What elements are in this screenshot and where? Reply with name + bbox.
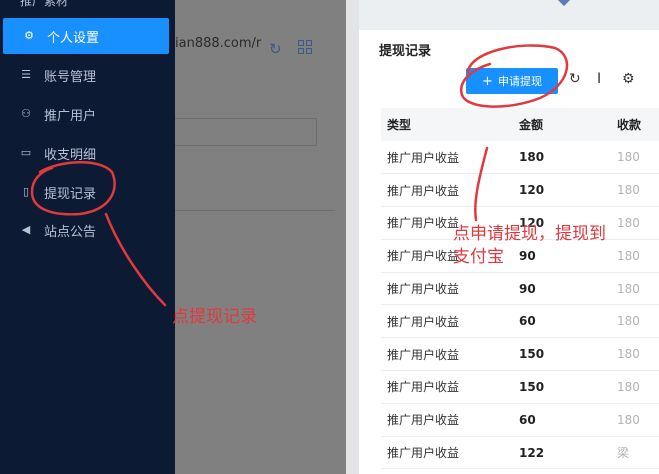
refresh-icon[interactable]: ↻	[269, 40, 282, 58]
list-icon: ☰	[21, 68, 31, 81]
page-title: 提现记录	[379, 44, 432, 59]
top-indicator-icon	[556, 0, 572, 7]
cell-account: 180	[611, 370, 659, 404]
table-row: 推广用户收益 120 180	[381, 173, 659, 208]
cell-account: 180	[611, 206, 659, 240]
record-icon: ▯	[22, 185, 30, 198]
table-row: 推广用户收益 90 180	[381, 272, 659, 306]
cell-account: 180	[611, 141, 659, 175]
apply-withdrawal-label: 申请提现	[497, 75, 542, 88]
plus-icon: +	[482, 73, 493, 89]
image-gap	[346, 0, 359, 474]
left-screenshot: 推广素材 ⚙ 个人设置 ☰ 账号管理 ⚇ 推广用户 ▭ 收支明细 ▯ 提现记录 …	[0, 0, 346, 474]
cell-type: 推广用户收益	[381, 173, 513, 208]
withdrawal-records-card: 提现记录 + 申请提现 ↻ Ⅰ ⚙ 类型 金额 收款 推广用户收益 180 180 …	[359, 30, 659, 474]
cell-amount: 60	[513, 403, 611, 437]
cell-type: 推广用户收益	[381, 141, 513, 175]
cell-account: 180	[611, 304, 659, 339]
menu-item-account-management[interactable]: ☰ 账号管理	[0, 57, 175, 93]
menu-item-label: 站点公告	[44, 224, 97, 240]
menu-item-label: 推广用户	[44, 108, 97, 124]
column-height-icon[interactable]: Ⅰ	[597, 71, 601, 87]
menu-item-withdrawal-records[interactable]: ▯ 提现记录	[0, 174, 175, 210]
cell-account: 梁	[611, 436, 659, 470]
menu-item-site-announcements[interactable]: ◀ 站点公告	[0, 212, 175, 248]
annotation-click-records: 点提现记录	[172, 307, 257, 327]
apply-withdrawal-button[interactable]: + 申请提现	[466, 68, 558, 94]
cell-amount: 180	[513, 141, 611, 175]
cell-amount: 150	[513, 337, 611, 372]
menu-item-promoted-users[interactable]: ⚇ 推广用户	[0, 96, 175, 132]
cell-account: 180	[611, 337, 659, 372]
table-row: 推广用户收益 60 180	[381, 403, 659, 437]
table-row: 推广用户收益 150 180	[381, 370, 659, 404]
settings-icon[interactable]: ⚙	[622, 71, 635, 87]
divider	[175, 210, 335, 211]
cell-account: 180	[611, 272, 659, 306]
column-header-amount[interactable]: 金额	[513, 108, 611, 141]
cell-type: 推广用户收益	[381, 370, 513, 404]
sidebar: 推广素材 ⚙ 个人设置 ☰ 账号管理 ⚇ 推广用户 ▭ 收支明细 ▯ 提现记录 …	[0, 0, 175, 474]
cell-account: 180	[611, 239, 659, 273]
cell-type: 推广用户收益	[381, 436, 513, 470]
input-field[interactable]	[175, 118, 317, 146]
cell-type: 推广用户收益	[381, 403, 513, 437]
cell-amount: 122	[513, 436, 611, 470]
cell-amount: 150	[513, 370, 611, 404]
dimmed-content-panel	[175, 0, 346, 474]
cell-amount: 60	[513, 304, 611, 339]
records-table: 类型 金额 收款 推广用户收益 180 180 推广用户收益 120 180 推广用户收…	[381, 108, 659, 470]
table-row: 推广用户收益 150 180	[381, 337, 659, 372]
table-row: 推广用户收益 60 180	[381, 304, 659, 339]
cell-type: 推广用户收益	[381, 337, 513, 372]
cell-type: 推广用户收益	[381, 272, 513, 306]
megaphone-icon: ◀	[21, 223, 31, 236]
menu-item-label: 提现记录	[44, 186, 97, 202]
bill-icon: ▭	[20, 146, 32, 159]
table-row: 推广用户收益 122 梁	[381, 436, 659, 470]
column-header-type[interactable]: 类型	[381, 108, 513, 141]
cell-account: 180	[611, 173, 659, 208]
table-header-row: 类型 金额 收款	[381, 108, 659, 141]
cell-type: 推广用户收益	[381, 304, 513, 339]
annotation-apply-line2: 支付宝	[453, 247, 504, 267]
qrcode-icon[interactable]	[298, 40, 313, 55]
menu-item-income-details[interactable]: ▭ 收支明细	[0, 135, 175, 171]
users-icon: ⚇	[21, 107, 31, 120]
annotation-apply-line1: 点申请提现，提现到	[453, 224, 606, 244]
menu-item-label: 个人设置	[47, 30, 100, 46]
table-row: 推广用户收益 180 180	[381, 141, 659, 175]
refresh-icon[interactable]: ↻	[569, 71, 581, 87]
menu-item-label: 收支明细	[44, 147, 97, 163]
cell-account: 180	[611, 403, 659, 437]
menu-item-personal-settings[interactable]: ⚙ 个人设置	[3, 18, 169, 54]
gear-icon: ⚙	[24, 29, 34, 42]
referral-url-text: ian888.com/r	[175, 36, 262, 51]
menu-item-partial: 推广素材	[20, 0, 69, 8]
column-header-account[interactable]: 收款	[611, 108, 659, 141]
menu-item-label: 账号管理	[44, 69, 97, 85]
cell-amount: 90	[513, 272, 611, 306]
cell-amount: 120	[513, 173, 611, 208]
